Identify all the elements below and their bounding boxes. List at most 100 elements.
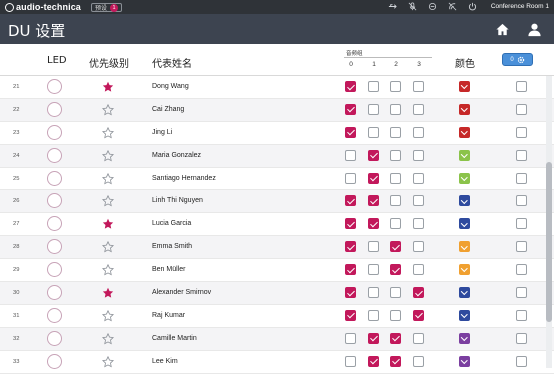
freq-group-1-checkbox[interactable] [368, 218, 379, 230]
color-swatch[interactable] [459, 264, 470, 276]
freq-group-3-checkbox[interactable] [413, 264, 424, 276]
freq-group-2-checkbox[interactable] [390, 218, 401, 230]
led-indicator[interactable] [47, 147, 62, 163]
priority-star-filled-icon[interactable] [102, 81, 114, 93]
priority-star-empty-icon[interactable] [102, 355, 114, 368]
color-settings-button[interactable]: 0 [502, 53, 533, 66]
row-select-checkbox[interactable] [516, 287, 527, 299]
freq-group-0-checkbox[interactable] [345, 103, 356, 115]
led-indicator[interactable] [47, 79, 62, 94]
freq-group-0-checkbox[interactable] [345, 218, 356, 230]
priority-star-empty-icon[interactable] [102, 264, 114, 276]
freq-group-3-checkbox[interactable] [413, 241, 424, 253]
freq-group-1-checkbox[interactable] [368, 287, 379, 299]
freq-group-2-checkbox[interactable] [390, 332, 401, 344]
freq-group-3-checkbox[interactable] [413, 195, 424, 207]
freq-group-2-checkbox[interactable] [390, 172, 401, 184]
led-indicator[interactable] [47, 353, 62, 369]
color-swatch[interactable] [459, 81, 470, 92]
row-select-checkbox[interactable] [516, 195, 527, 207]
freq-group-2-checkbox[interactable] [390, 264, 401, 276]
freq-group-1-checkbox[interactable] [368, 241, 379, 253]
freq-group-0-checkbox[interactable] [345, 264, 356, 276]
freq-group-2-checkbox[interactable] [390, 126, 401, 138]
scrollbar[interactable] [546, 76, 552, 368]
priority-star-empty-icon[interactable] [102, 332, 114, 345]
priority-star-empty-icon[interactable] [102, 126, 114, 139]
priority-star-empty-icon[interactable] [102, 241, 114, 253]
freq-group-1-checkbox[interactable] [368, 81, 379, 92]
freq-group-1-checkbox[interactable] [368, 264, 379, 276]
freq-group-2-checkbox[interactable] [390, 309, 401, 321]
freq-group-3-checkbox[interactable] [413, 172, 424, 184]
color-swatch[interactable] [459, 126, 470, 138]
freq-group-2-checkbox[interactable] [390, 81, 401, 92]
freq-group-2-checkbox[interactable] [390, 355, 401, 367]
freq-group-3-checkbox[interactable] [413, 218, 424, 230]
led-indicator[interactable] [47, 101, 62, 117]
priority-star-empty-icon[interactable] [102, 195, 114, 207]
power-icon[interactable] [468, 2, 477, 11]
color-swatch[interactable] [459, 287, 470, 299]
row-select-checkbox[interactable] [516, 355, 527, 367]
row-select-checkbox[interactable] [516, 81, 527, 92]
freq-group-3-checkbox[interactable] [413, 355, 424, 367]
freq-group-1-checkbox[interactable] [368, 332, 379, 344]
row-select-checkbox[interactable] [516, 264, 527, 276]
user-icon[interactable] [527, 22, 542, 37]
freq-group-0-checkbox[interactable] [345, 287, 356, 299]
freq-group-1-checkbox[interactable] [368, 172, 379, 184]
freq-group-3-checkbox[interactable] [413, 287, 424, 299]
row-select-checkbox[interactable] [516, 172, 527, 184]
color-swatch[interactable] [459, 172, 470, 184]
led-indicator[interactable] [47, 307, 62, 323]
led-indicator[interactable] [47, 285, 62, 301]
led-indicator[interactable] [47, 216, 62, 232]
freq-group-0-checkbox[interactable] [345, 332, 356, 344]
freq-group-3-checkbox[interactable] [413, 309, 424, 321]
led-indicator[interactable] [47, 239, 62, 255]
freq-group-0-checkbox[interactable] [345, 195, 356, 207]
color-swatch[interactable] [459, 241, 470, 253]
row-select-checkbox[interactable] [516, 332, 527, 344]
freq-group-1-checkbox[interactable] [368, 195, 379, 207]
freq-group-0-checkbox[interactable] [345, 126, 356, 138]
color-swatch[interactable] [459, 355, 470, 367]
row-select-checkbox[interactable] [516, 218, 527, 230]
freq-group-2-checkbox[interactable] [390, 241, 401, 253]
freq-group-2-checkbox[interactable] [390, 195, 401, 207]
led-indicator[interactable] [47, 124, 62, 140]
row-select-checkbox[interactable] [516, 309, 527, 321]
color-swatch[interactable] [459, 309, 470, 321]
color-swatch[interactable] [459, 103, 470, 115]
freq-group-1-checkbox[interactable] [368, 309, 379, 321]
freq-group-2-checkbox[interactable] [390, 149, 401, 161]
freq-group-3-checkbox[interactable] [413, 149, 424, 161]
freq-group-1-checkbox[interactable] [368, 149, 379, 161]
priority-star-empty-icon[interactable] [102, 172, 114, 185]
priority-star-filled-icon[interactable] [102, 218, 114, 230]
freq-group-0-checkbox[interactable] [345, 309, 356, 321]
freq-group-3-checkbox[interactable] [413, 126, 424, 138]
led-indicator[interactable] [47, 262, 62, 278]
freq-group-2-checkbox[interactable] [390, 103, 401, 115]
freq-group-1-checkbox[interactable] [368, 355, 379, 367]
led-indicator[interactable] [47, 193, 62, 209]
freq-group-3-checkbox[interactable] [413, 332, 424, 344]
freq-group-0-checkbox[interactable] [345, 149, 356, 161]
freq-group-1-checkbox[interactable] [368, 103, 379, 115]
priority-star-empty-icon[interactable] [102, 309, 114, 322]
preset-selector[interactable]: 预设 1 [91, 3, 123, 12]
home-icon[interactable] [495, 22, 510, 37]
led-indicator[interactable] [47, 330, 62, 346]
priority-star-empty-icon[interactable] [102, 149, 114, 162]
priority-star-filled-icon[interactable] [102, 287, 114, 299]
color-swatch[interactable] [459, 149, 470, 161]
color-swatch[interactable] [459, 332, 470, 344]
led-indicator[interactable] [47, 170, 62, 186]
row-select-checkbox[interactable] [516, 241, 527, 253]
freq-group-2-checkbox[interactable] [390, 287, 401, 299]
priority-star-empty-icon[interactable] [102, 103, 114, 116]
freq-group-3-checkbox[interactable] [413, 103, 424, 115]
freq-group-0-checkbox[interactable] [345, 355, 356, 367]
